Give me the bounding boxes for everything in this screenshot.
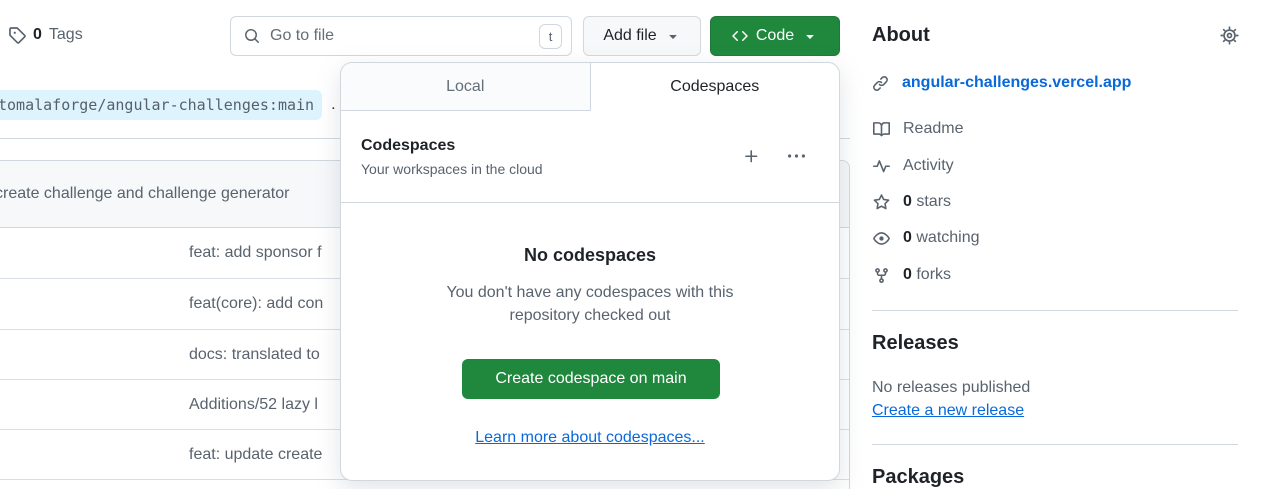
sidebar-item-stars[interactable]: 0 stars [872,193,951,211]
branch-status-suffix: . [331,96,335,114]
website-row: angular-challenges.vercel.app [872,74,1131,92]
releases-empty-text: No releases published [872,379,1030,397]
tag-icon [8,26,26,44]
book-icon [872,121,890,138]
link-icon [872,75,889,92]
code-button[interactable]: Code [710,16,840,56]
forks-count: 0 [903,266,912,283]
sidebar-item-label: watching [916,229,979,246]
search-input[interactable] [270,27,539,45]
sidebar-item-readme[interactable]: Readme [872,120,963,138]
add-file-button[interactable]: Add file [583,16,701,56]
pulse-icon [872,158,890,175]
tab-local-label: Local [446,78,484,96]
add-file-label: Add file [603,27,656,45]
chevron-down-icon [802,28,818,44]
about-heading: About [872,24,930,47]
shortcut-key-badge: t [539,24,562,49]
sidebar-item-activity[interactable]: Activity [872,157,954,175]
go-to-file-search[interactable]: t [230,16,572,56]
branch-status-bar: tomalaforge/angular-challenges:main . [0,90,336,120]
chevron-down-icon [665,28,681,44]
commit-message[interactable]: Additions/52 lazy l [189,396,318,414]
sidebar-item-forks[interactable]: 0 forks [872,266,951,284]
create-release-link[interactable]: Create a new release [872,402,1024,419]
tab-codespaces-label: Codespaces [670,78,759,96]
tab-codespaces[interactable]: Codespaces [591,63,840,111]
plus-icon [743,148,760,165]
commit-message[interactable]: feat: add sponsor f [189,244,322,262]
tab-local[interactable]: Local [341,63,591,111]
codespaces-subtitle: Your workspaces in the cloud [361,161,543,177]
sidebar-item-watching[interactable]: 0 watching [872,229,980,247]
learn-more-link[interactable]: Learn more about codespaces... [475,429,704,446]
codespaces-title: Codespaces [361,137,543,155]
divider [872,310,1238,311]
code-popover-tabs: Local Codespaces [341,63,839,111]
empty-state-description: You don't have any codespaces with this … [429,281,751,327]
tags-count: 0 [33,26,42,44]
code-button-label: Code [756,27,794,45]
fork-icon [872,267,890,284]
codespaces-options-button[interactable] [788,148,805,165]
eye-icon [872,230,890,247]
commit-message[interactable]: docs: translated to [189,346,320,364]
codespaces-header: Codespaces Your workspaces in the cloud [341,111,839,203]
create-codespace-label: Create codespace on main [495,370,686,388]
website-link[interactable]: angular-challenges.vercel.app [902,74,1131,92]
branch-ref-code[interactable]: tomalaforge/angular-challenges:main [0,90,322,120]
divider [872,444,1238,445]
repo-sidebar: About angular [872,0,1238,489]
sidebar-item-label: forks [916,266,951,283]
new-codespace-button[interactable] [743,148,760,165]
gear-icon[interactable] [1220,26,1239,45]
releases-heading: Releases [872,332,959,355]
github-repo-page: 0 Tags t Add file Code tomalaforge/angul… [0,0,1278,489]
star-icon [872,194,890,211]
tags-link[interactable]: 0 Tags [8,26,83,44]
create-codespace-button[interactable]: Create codespace on main [462,359,720,399]
code-popover: Local Codespaces Codespaces Your workspa… [340,62,840,481]
search-icon [244,28,260,44]
sidebar-item-label: stars [916,193,951,210]
commit-message[interactable]: feat: update create [189,446,322,464]
empty-state-title: No codespaces [341,245,839,266]
tags-label: Tags [49,26,83,44]
table-row [0,480,849,489]
sidebar-item-label: Readme [903,120,963,138]
sidebar-item-label: Activity [903,157,954,175]
commit-message[interactable]: feat(core): add con [189,295,323,313]
latest-commit-message[interactable]: create challenge and challenge generator [0,185,289,203]
packages-heading: Packages [872,466,964,489]
kebab-icon [788,148,805,165]
watching-count: 0 [903,229,912,246]
stars-count: 0 [903,193,912,210]
code-icon [732,28,748,44]
